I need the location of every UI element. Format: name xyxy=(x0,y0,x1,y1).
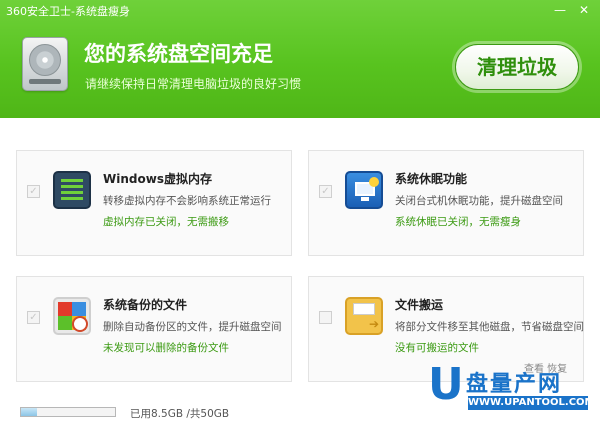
clean-junk-button[interactable]: 清理垃圾 xyxy=(455,44,579,90)
minimize-button[interactable]: — xyxy=(550,2,570,18)
window-title: 360安全卫士-系统盘瘦身 xyxy=(6,5,130,18)
card-sleep-function: ✓ 系统休眠功能 关闭台式机休眠功能，提升磁盘空间 系统休眠已关闭，无需瘦身 xyxy=(308,150,584,256)
sleep-monitor-icon xyxy=(345,171,383,209)
disk-usage-fill xyxy=(21,408,37,416)
card-title: Windows虚拟内存 xyxy=(103,172,212,186)
card-status: 没有可搬运的文件 xyxy=(395,342,479,354)
watermark-url: WWW.UPANTOOL.COM xyxy=(468,396,595,410)
disk-usage-text: 已用8.5GB /共50GB xyxy=(130,408,230,420)
card-status: 虚拟内存已关闭，无需搬移 xyxy=(103,216,229,228)
backup-files-icon xyxy=(53,297,91,335)
card-status: 未发现可以删除的备份文件 xyxy=(103,342,229,354)
watermark-u-logo: U xyxy=(428,359,464,410)
card-description: 将部分文件移至其他磁盘，节省磁盘空间 xyxy=(395,321,584,333)
virtual-memory-icon xyxy=(53,171,91,209)
status-title: 您的系统盘空间充足 xyxy=(84,42,273,66)
status-subtitle: 请继续保持日常清理电脑垃圾的良好习惯 xyxy=(85,77,302,91)
disk-usage-progress xyxy=(20,407,116,417)
card-backup-files: ✓ 系统备份的文件 删除自动备份区的文件，提升磁盘空间 未发现可以删除的备份文件 xyxy=(16,276,292,382)
header-banner: 360安全卫士-系统盘瘦身 — ✕ 您的系统盘空间充足 请继续保持日常清理电脑垃… xyxy=(0,0,600,118)
card-title: 文件搬运 xyxy=(395,298,444,312)
card-virtual-memory: ✓ Windows虚拟内存 转移虚拟内存不会影响系统正常运行 虚拟内存已关闭，无… xyxy=(16,150,292,256)
card-checkbox[interactable]: ✓ xyxy=(27,185,40,198)
card-description: 关闭台式机休眠功能，提升磁盘空间 xyxy=(395,195,563,207)
card-checkbox[interactable]: ✓ xyxy=(27,311,40,324)
move-files-icon: ➔ xyxy=(345,297,383,335)
card-title: 系统休眠功能 xyxy=(395,172,468,186)
close-button[interactable]: ✕ xyxy=(574,2,594,18)
card-status: 系统休眠已关闭，无需瘦身 xyxy=(395,216,521,228)
hard-disk-icon xyxy=(22,37,68,91)
card-checkbox[interactable]: ✓ xyxy=(319,185,332,198)
title-bar: 360安全卫士-系统盘瘦身 — ✕ xyxy=(0,0,600,20)
card-description: 转移虚拟内存不会影响系统正常运行 xyxy=(103,195,271,207)
card-description: 删除自动备份区的文件，提升磁盘空间 xyxy=(103,321,282,333)
card-checkbox[interactable] xyxy=(319,311,332,324)
card-title: 系统备份的文件 xyxy=(103,298,188,312)
watermark-brand: 盘量产网 xyxy=(466,372,563,397)
